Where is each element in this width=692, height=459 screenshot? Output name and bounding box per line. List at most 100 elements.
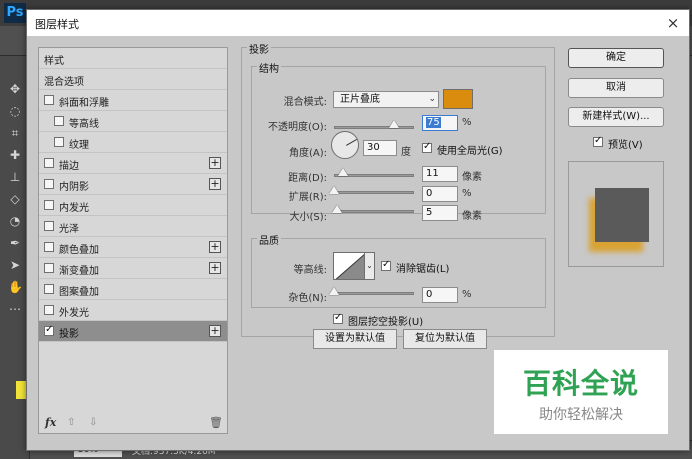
new-style-button[interactable]: 新建样式(W)... <box>568 107 664 127</box>
knockout-checkbox[interactable] <box>333 312 343 324</box>
opacity-slider-thumb[interactable] <box>389 120 399 128</box>
list-item-outer-glow[interactable]: 外发光 <box>39 300 227 321</box>
global-light-checkbox[interactable] <box>422 141 432 153</box>
section-title: 投影 <box>247 41 271 56</box>
move-down-icon[interactable]: ⇩ <box>89 417 97 428</box>
cancel-button[interactable]: 取消 <box>568 78 664 98</box>
drop-shadow-checkbox[interactable] <box>44 324 54 336</box>
list-item-stroke[interactable]: 描边 + <box>39 153 227 174</box>
contour-dropdown-icon[interactable]: ⌄ <box>365 252 375 280</box>
angle-label: 角度(A): <box>288 148 327 159</box>
opacity-value: 75 <box>426 117 441 128</box>
stroke-checkbox[interactable] <box>44 158 54 168</box>
add-drop-shadow-button[interactable]: + <box>209 325 221 337</box>
blend-mode-label: 混合模式: <box>283 97 327 108</box>
crop-tool-icon[interactable]: ⌗ <box>8 126 22 140</box>
list-item-blending-options[interactable]: 混合选项 <box>39 69 227 90</box>
move-tool-icon[interactable]: ✥ <box>8 82 22 96</box>
add-color-overlay-button[interactable]: + <box>209 241 221 253</box>
more-tools-icon[interactable]: ⋯ <box>8 302 22 316</box>
reset-default-button[interactable]: 复位为默认值 <box>403 329 487 349</box>
move-up-icon[interactable]: ⇧ <box>67 417 75 428</box>
opacity-unit: % <box>462 117 472 128</box>
pattern-overlay-checkbox[interactable] <box>44 284 54 294</box>
add-gradient-overlay-button[interactable]: + <box>209 262 221 274</box>
lasso-tool-icon[interactable]: ◌ <box>8 104 22 118</box>
list-footer: fx ⇧ ⇩ 🗑 <box>39 412 227 434</box>
inner-shadow-checkbox[interactable] <box>44 179 54 189</box>
noise-unit: % <box>462 289 472 300</box>
healing-tool-icon[interactable]: ✚ <box>8 148 22 162</box>
list-item-color-overlay[interactable]: 颜色叠加 + <box>39 237 227 258</box>
noise-value: 0 <box>426 289 433 300</box>
opacity-input[interactable]: 75 <box>422 115 458 131</box>
angle-value: 30 <box>367 142 380 153</box>
dialog-title: 图层样式 <box>35 18 79 31</box>
size-slider-track[interactable] <box>334 210 414 213</box>
angle-dial[interactable] <box>331 131 359 159</box>
noise-slider-track[interactable] <box>334 292 414 295</box>
anti-alias-checkbox[interactable] <box>381 259 391 271</box>
texture-checkbox[interactable] <box>54 137 64 147</box>
angle-unit: 度 <box>401 147 411 158</box>
angle-input[interactable]: 30 <box>363 140 397 156</box>
list-item-label: 混合选项 <box>44 77 84 88</box>
list-item-bevel-emboss[interactable]: 斜面和浮雕 <box>39 90 227 111</box>
spread-slider-thumb[interactable] <box>329 186 339 194</box>
blend-mode-select[interactable]: 正片叠底 ⌄ <box>333 91 439 108</box>
size-input[interactable]: 5 <box>422 205 458 221</box>
eraser-tool-icon[interactable]: ◇ <box>8 192 22 206</box>
color-overlay-checkbox[interactable] <box>44 242 54 252</box>
list-item-label: 投影 <box>59 329 79 340</box>
distance-input[interactable]: 11 <box>422 166 458 182</box>
preview-checkbox[interactable] <box>593 135 603 147</box>
distance-slider-thumb[interactable] <box>338 168 348 176</box>
set-default-button[interactable]: 设置为默认值 <box>313 329 397 349</box>
watermark: 百科全说 助你轻松解决 <box>494 350 668 434</box>
list-item-label: 图案叠加 <box>59 287 99 298</box>
list-item-drop-shadow[interactable]: 投影 + <box>39 321 227 342</box>
noise-input[interactable]: 0 <box>422 287 458 303</box>
list-item-inner-glow[interactable]: 内发光 <box>39 195 227 216</box>
fx-icon[interactable]: fx <box>45 416 56 429</box>
hand-tool-icon[interactable]: ✋ <box>8 280 23 294</box>
spread-slider-track[interactable] <box>334 191 414 194</box>
ok-button[interactable]: 确定 <box>568 48 664 68</box>
close-icon[interactable]: × <box>663 13 683 33</box>
opacity-slider-track[interactable] <box>334 126 414 129</box>
size-unit: 像素 <box>462 211 482 222</box>
bevel-emboss-checkbox[interactable] <box>44 95 54 105</box>
list-item-label: 光泽 <box>59 224 79 235</box>
select-arrow-icon[interactable]: ➤ <box>8 258 22 272</box>
noise-slider-thumb[interactable] <box>329 287 339 295</box>
stamp-tool-icon[interactable]: ⊥ <box>8 170 22 184</box>
list-item-gradient-overlay[interactable]: 渐变叠加 + <box>39 258 227 279</box>
list-item-pattern-overlay[interactable]: 图案叠加 <box>39 279 227 300</box>
contour-picker[interactable] <box>333 252 365 280</box>
list-item-texture[interactable]: 纹理 <box>39 132 227 153</box>
list-item-satin[interactable]: 光泽 <box>39 216 227 237</box>
list-item-label: 外发光 <box>59 308 89 319</box>
distance-unit: 像素 <box>462 172 482 183</box>
list-item-styles[interactable]: 样式 <box>39 48 227 69</box>
trash-icon[interactable]: 🗑 <box>209 416 223 429</box>
blur-tool-icon[interactable]: ◔ <box>8 214 22 228</box>
outer-glow-checkbox[interactable] <box>44 305 54 315</box>
gradient-overlay-checkbox[interactable] <box>44 263 54 273</box>
list-item-contour[interactable]: 等高线 <box>39 111 227 132</box>
satin-checkbox[interactable] <box>44 221 54 231</box>
angle-dial-needle <box>346 139 357 146</box>
add-inner-shadow-button[interactable]: + <box>209 178 221 190</box>
shadow-color-swatch[interactable] <box>443 89 473 109</box>
list-item-label: 纹理 <box>69 140 89 151</box>
spread-input[interactable]: 0 <box>422 186 458 202</box>
distance-label: 距离(D): <box>288 173 327 184</box>
quality-title: 品质 <box>257 232 281 247</box>
size-slider-thumb[interactable] <box>332 205 342 213</box>
add-stroke-button[interactable]: + <box>209 157 221 169</box>
pen-tool-icon[interactable]: ✒ <box>8 236 22 250</box>
inner-glow-checkbox[interactable] <box>44 200 54 210</box>
contour-checkbox[interactable] <box>54 116 64 126</box>
list-item-inner-shadow[interactable]: 内阴影 + <box>39 174 227 195</box>
size-label: 大小(S): <box>289 212 327 223</box>
